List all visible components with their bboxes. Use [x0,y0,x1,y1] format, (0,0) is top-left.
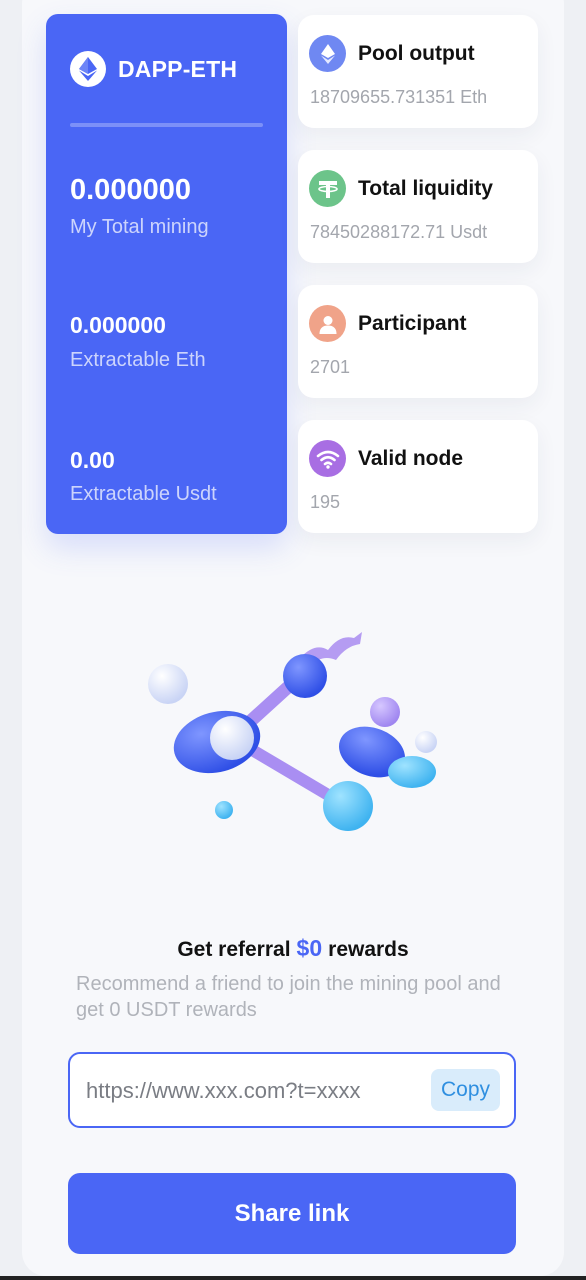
stat-title: Participant [358,312,467,335]
pool-summary-panel: DAPP-ETH 0.000000 My Total mining 0.0000… [46,14,287,534]
stat-card-total-liquidity: Total liquidity 78450288172.71 Usdt [298,150,538,263]
extractable-usdt-value: 0.00 [70,447,115,473]
referral-amount: $0 [296,935,323,961]
stat-card-valid-node: Valid node 195 [298,420,538,533]
stat-title: Pool output [358,42,475,65]
ethereum-icon [70,51,106,87]
divider [70,123,263,127]
stat-value: 18709655.731351 Eth [310,87,488,107]
referral-title-suffix: rewards [328,938,409,961]
home-indicator-bar [0,1276,586,1280]
stat-value: 78450288172.71 Usdt [310,222,488,242]
total-mining-label: My Total mining [70,216,209,238]
stat-card-participant: Participant 2701 [298,285,538,398]
referral-link-box: Copy [68,1052,516,1128]
stat-title: Valid node [358,447,464,470]
user-icon [309,305,346,342]
stat-card-pool-output: Pool output 18709655.731351 Eth [298,15,538,128]
referral-title: Get referral $0 rewards [0,935,586,962]
referral-link-input[interactable] [86,1074,416,1108]
referral-description: Recommend a friend to join the mining po… [76,973,501,1021]
extractable-eth-value: 0.000000 [70,312,166,338]
referral-title-prefix: Get referral [177,938,291,961]
stat-title: Total liquidity [358,177,493,200]
stat-value: 2701 [310,357,351,377]
network-illustration [148,632,437,831]
extractable-usdt-label: Extractable Usdt [70,483,217,505]
stat-value: 195 [310,492,341,512]
wifi-icon [309,440,346,477]
share-link-button[interactable]: Share link [68,1173,516,1254]
copy-button[interactable]: Copy [431,1069,500,1111]
extractable-eth-label: Extractable Eth [70,349,206,371]
pool-name: DAPP-ETH [118,56,238,82]
tether-icon [309,170,346,207]
total-mining-value: 0.000000 [70,174,191,206]
ethereum-icon [309,35,346,72]
